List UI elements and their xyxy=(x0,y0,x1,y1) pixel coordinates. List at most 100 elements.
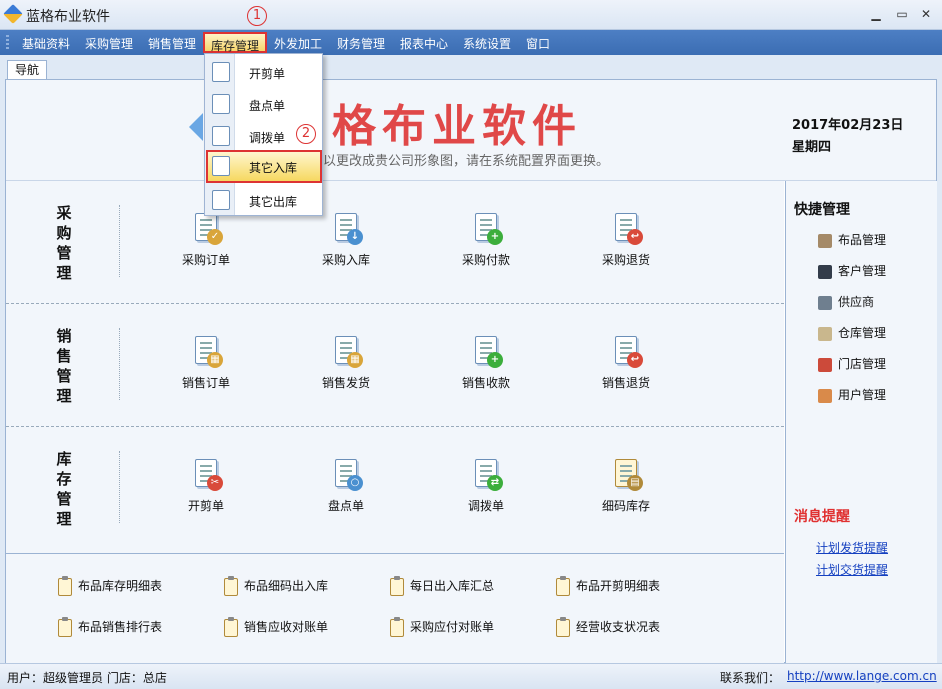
sales-return-icon: ↩ xyxy=(609,334,643,368)
dropdown-item-other-inbound[interactable]: 其它入库 xyxy=(206,150,322,183)
section-purchase: 采购管理 ✓ 采购订单 ↓ 采购入库 + 采购付款 ↩ 采购退货 xyxy=(6,181,784,304)
menu-bar: 基础资料 采购管理 销售管理 库存管理 外发加工 财务管理 报表中心 系统设置 … xyxy=(0,30,942,55)
minimize-button[interactable]: ▁ xyxy=(868,6,884,22)
fabric-icon xyxy=(818,233,832,248)
purchase-inbound-icon: ↓ xyxy=(329,211,363,245)
menu-sales[interactable]: 销售管理 xyxy=(148,35,196,52)
menu-outsourcing[interactable]: 外发加工 xyxy=(274,35,322,52)
module-detail-stock[interactable]: ▤ 细码库存 xyxy=(586,457,666,514)
banner: 格布业软件 以更改成贵公司形象图，请在系统配置界面更换。 2017年02月23日… xyxy=(6,80,936,181)
transfer-icon: ⇄ xyxy=(469,457,503,491)
menu-basic-data[interactable]: 基础资料 xyxy=(22,35,70,52)
menu-purchase[interactable]: 采购管理 xyxy=(85,35,133,52)
tab-navigation[interactable]: 导航 xyxy=(7,60,47,80)
menu-settings[interactable]: 系统设置 xyxy=(463,35,511,52)
clipboard-icon xyxy=(58,616,72,637)
purchase-payment-icon: + xyxy=(469,211,503,245)
menu-finance[interactable]: 财务管理 xyxy=(337,35,385,52)
stocktake-icon: ○ xyxy=(329,457,363,491)
section-divider xyxy=(119,451,120,523)
title-bar: 蓝格布业软件 ▁ ▭ ✕ xyxy=(0,0,942,30)
module-cut-order[interactable]: ✂ 开剪单 xyxy=(166,457,246,514)
message-title: 消息提醒 xyxy=(794,509,850,525)
report-link[interactable]: 每日出入库汇总 xyxy=(390,575,494,596)
status-bar: 用户：超级管理员 门店：总店 联系我们： http://www.lange.co… xyxy=(0,663,942,689)
module-label: 细码库存 xyxy=(601,499,650,513)
main-panel: 格布业软件 以更改成贵公司形象图，请在系统配置界面更换。 2017年02月23日… xyxy=(5,79,937,663)
link-delivery-reminder[interactable]: 计划发货提醒 xyxy=(816,539,888,556)
dropdown-item-cut-order[interactable]: 开剪单 xyxy=(206,57,322,86)
menu-inventory[interactable]: 库存管理 xyxy=(203,32,268,53)
module-stocktake[interactable]: ○ 盘点单 xyxy=(306,457,386,514)
report-link[interactable]: 采购应付对账单 xyxy=(390,616,494,637)
menu-grip-icon xyxy=(6,35,9,50)
tab-bar: 导航 xyxy=(0,55,942,80)
module-label: 盘点单 xyxy=(327,499,364,513)
link-shipment-reminder[interactable]: 计划交货提醒 xyxy=(816,561,888,578)
maximize-button[interactable]: ▭ xyxy=(894,6,910,22)
app-logo-icon xyxy=(3,4,23,24)
detail-stock-icon: ▤ xyxy=(609,457,643,491)
module-sales-receipt[interactable]: + 销售收款 xyxy=(446,334,526,391)
menu-reports[interactable]: 报表中心 xyxy=(400,35,448,52)
section-title: 库存管理 xyxy=(56,450,72,528)
module-label: 开剪单 xyxy=(187,499,224,513)
store-icon xyxy=(818,357,832,372)
module-label: 采购退货 xyxy=(601,253,650,267)
inbound-doc-icon xyxy=(212,156,230,176)
clipboard-icon xyxy=(224,616,238,637)
report-link[interactable]: 经营收支状况表 xyxy=(556,616,660,637)
current-date: 2017年02月23日 xyxy=(792,118,904,133)
status-website-link[interactable]: http://www.lange.com.cn xyxy=(787,669,937,683)
module-sales-delivery[interactable]: ▦ 销售发货 xyxy=(306,334,386,391)
report-link[interactable]: 布品库存明细表 xyxy=(58,575,162,596)
report-link[interactable]: 销售应收对账单 xyxy=(224,616,328,637)
module-label: 销售退货 xyxy=(601,376,650,390)
section-divider xyxy=(119,205,120,277)
supplier-icon xyxy=(818,295,832,310)
menu-window[interactable]: 窗口 xyxy=(526,35,550,52)
module-purchase-payment[interactable]: + 采购付款 xyxy=(446,211,526,268)
report-link[interactable]: 布品销售排行表 xyxy=(58,616,162,637)
dropdown-item-other-outbound[interactable]: 其它出库 xyxy=(206,185,322,214)
section-title: 销售管理 xyxy=(56,327,72,405)
scissors-doc-icon xyxy=(212,62,230,82)
sales-receipt-icon: + xyxy=(469,334,503,368)
window-title: 蓝格布业软件 xyxy=(26,9,110,25)
dropdown-item-stocktake[interactable]: 盘点单 xyxy=(206,89,322,118)
status-user: 用户：超级管理员 门店：总店 xyxy=(7,671,167,685)
clipboard-icon xyxy=(58,575,72,596)
module-area: 采购管理 ✓ 采购订单 ↓ 采购入库 + 采购付款 ↩ 采购退货 销售管理 ▦ … xyxy=(6,181,784,553)
cut-order-icon: ✂ xyxy=(189,457,223,491)
close-button[interactable]: ✕ xyxy=(918,6,934,22)
magnifier-doc-icon xyxy=(212,94,230,114)
quick-item-store[interactable]: 门店管理 xyxy=(818,355,886,372)
step-callout-1: 1 xyxy=(247,6,267,26)
section-divider xyxy=(119,328,120,400)
clipboard-icon xyxy=(390,575,404,596)
clipboard-icon xyxy=(556,616,570,637)
module-label: 销售收款 xyxy=(461,376,510,390)
module-sales-order[interactable]: ▦ 销售订单 xyxy=(166,334,246,391)
module-purchase-order[interactable]: ✓ 采购订单 xyxy=(166,211,246,268)
quick-item-customer[interactable]: 客户管理 xyxy=(818,262,886,279)
module-label: 采购付款 xyxy=(461,253,510,267)
quick-item-supplier[interactable]: 供应商 xyxy=(818,293,874,310)
section-sales: 销售管理 ▦ 销售订单 ▦ 销售发货 + 销售收款 ↩ 销售退货 xyxy=(6,304,784,427)
report-link[interactable]: 布品细码出入库 xyxy=(224,575,328,596)
report-link[interactable]: 布品开剪明细表 xyxy=(556,575,660,596)
quick-item-warehouse[interactable]: 仓库管理 xyxy=(818,324,886,341)
module-transfer[interactable]: ⇄ 调拨单 xyxy=(446,457,526,514)
module-label: 采购订单 xyxy=(181,253,230,267)
banner-decoration-icon xyxy=(189,113,203,141)
quick-item-user[interactable]: 用户管理 xyxy=(818,386,886,403)
purchase-return-icon: ↩ xyxy=(609,211,643,245)
module-purchase-return[interactable]: ↩ 采购退货 xyxy=(586,211,666,268)
report-links: 布品库存明细表 布品细码出入库 每日出入库汇总 布品开剪明细表 布品销售排行表 … xyxy=(6,553,784,663)
module-sales-return[interactable]: ↩ 销售退货 xyxy=(586,334,666,391)
quick-item-fabric[interactable]: 布品管理 xyxy=(818,231,886,248)
module-purchase-inbound[interactable]: ↓ 采购入库 xyxy=(306,211,386,268)
section-title: 采购管理 xyxy=(56,204,72,282)
user-icon xyxy=(818,388,832,403)
module-label: 销售发货 xyxy=(321,376,370,390)
